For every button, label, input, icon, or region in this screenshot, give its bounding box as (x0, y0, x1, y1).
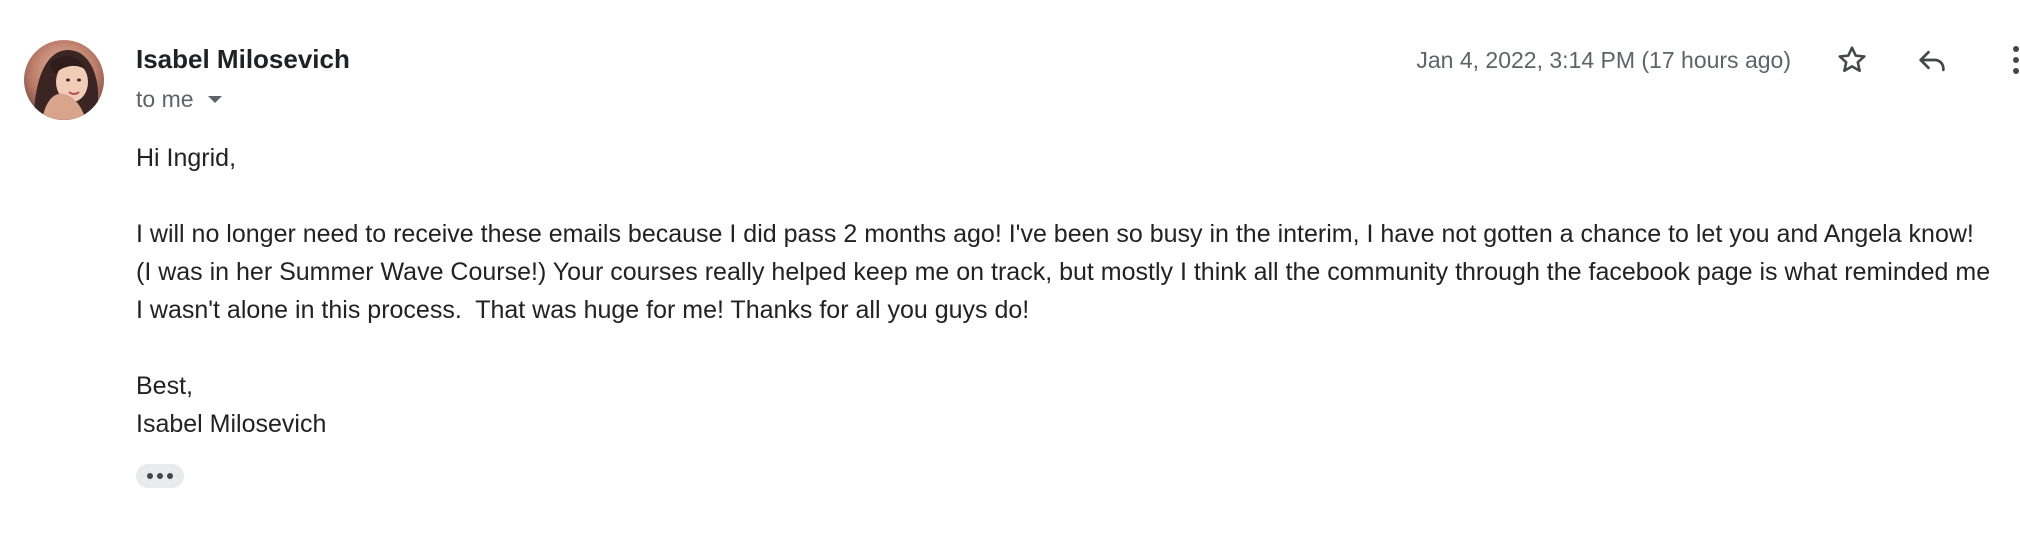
ellipsis-icon (147, 473, 153, 479)
show-trimmed-content-button[interactable] (136, 464, 184, 488)
reply-button[interactable] (1908, 36, 1956, 84)
message-timestamp: Jan 4, 2022, 3:14 PM (17 hours ago) (1416, 47, 1791, 73)
chevron-down-icon[interactable] (207, 96, 222, 103)
star-outline-icon (1838, 46, 1866, 73)
avatar[interactable] (24, 40, 104, 120)
message-body: Hi Ingrid, I will no longer need to rece… (136, 139, 1996, 443)
signature-text: Isabel Milosevich (136, 410, 327, 438)
ellipsis-icon (167, 473, 173, 479)
signoff-text: Best, (136, 372, 193, 400)
star-button[interactable] (1828, 36, 1876, 84)
reply-icon (1919, 50, 1945, 72)
body-paragraph: I will no longer need to receive these e… (136, 220, 1998, 324)
recipient-details-toggle[interactable]: to me (136, 86, 222, 113)
email-message: Isabel Milosevich to me Jan 4, 2022, 3:1… (0, 0, 2020, 534)
more-vert-icon (2013, 46, 2019, 74)
recipient-label: to me (136, 86, 194, 112)
avatar-image (24, 40, 104, 120)
ellipsis-icon (157, 473, 163, 479)
more-options-button[interactable] (1988, 36, 2020, 84)
sender-name[interactable]: Isabel Milosevich (136, 44, 350, 75)
greeting-text: Hi Ingrid, (136, 144, 237, 172)
